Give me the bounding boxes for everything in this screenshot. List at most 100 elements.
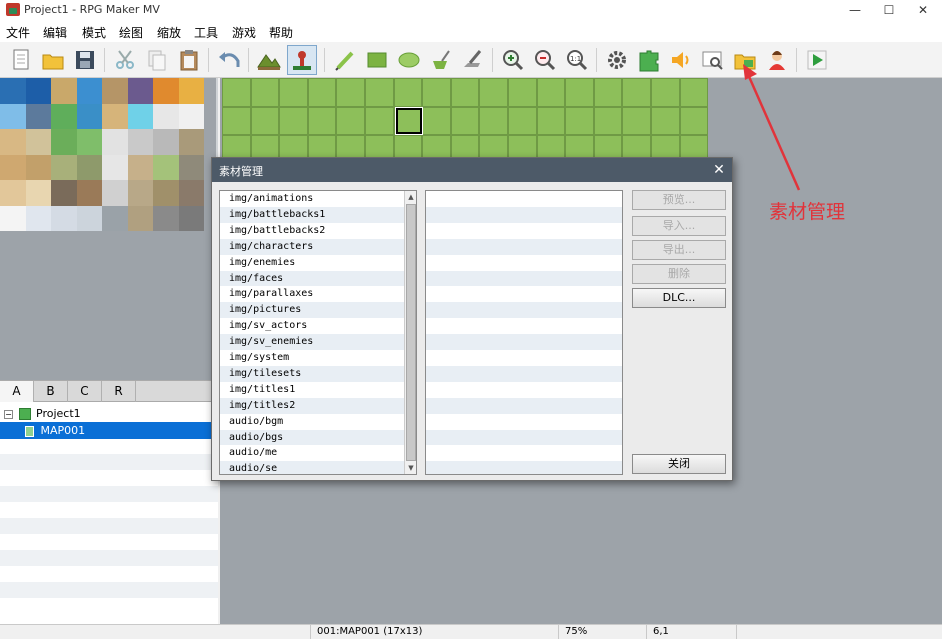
map-tile[interactable] [279,78,308,107]
database-icon[interactable] [604,47,630,73]
tile-swatch[interactable] [127,180,153,206]
folder-scrollbar[interactable]: ▲ ▼ [404,191,416,474]
tile-swatch[interactable] [25,78,51,104]
tile-swatch[interactable] [76,205,102,231]
map-tile[interactable] [679,106,709,136]
map-tile[interactable] [393,78,423,107]
map-tile[interactable] [222,106,251,136]
tile-swatch[interactable] [178,78,204,104]
folder-item[interactable]: img/titles2 [220,397,405,414]
folder-item[interactable]: img/parallaxes [220,286,405,302]
tile-swatch[interactable] [0,129,26,155]
collapse-icon[interactable]: − [4,409,13,419]
tile-swatch[interactable] [76,78,102,104]
maximize-button[interactable]: ☐ [872,0,906,20]
actual-size-icon[interactable]: 1:1 [564,47,590,73]
tile-swatch[interactable] [178,154,204,180]
tile-swatch[interactable] [127,205,153,231]
scroll-up-arrow-icon[interactable]: ▲ [405,191,416,203]
map-tile[interactable] [650,106,680,136]
fill-icon[interactable] [428,47,454,73]
map-tile[interactable] [507,106,537,136]
tile-swatch[interactable] [76,154,102,180]
folder-item[interactable]: img/battlebacks2 [220,223,405,239]
tab-b[interactable]: B [34,381,68,402]
folder-item[interactable]: img/characters [220,238,405,255]
tile-swatch[interactable] [102,129,128,155]
map-tile[interactable] [307,78,337,107]
map-tile[interactable] [307,106,337,136]
copy-icon[interactable] [144,47,170,73]
rectangle-icon[interactable] [364,47,390,73]
folder-item[interactable]: img/system [220,350,405,366]
folder-item[interactable]: img/titles1 [220,382,405,398]
folder-item[interactable]: audio/bgm [220,414,405,430]
delete-button[interactable]: 删除 [632,264,726,284]
tile-swatch[interactable] [178,129,204,155]
dlc-button[interactable]: DLC... [632,288,726,308]
tile-swatch[interactable] [0,154,26,180]
file-list[interactable] [425,190,623,475]
tile-swatch[interactable] [153,205,179,231]
map-tile[interactable] [336,106,365,136]
folder-item[interactable]: img/enemies [220,255,405,271]
tile-swatch[interactable] [153,180,179,206]
map-tile[interactable] [622,106,651,136]
tile-swatch[interactable] [127,78,153,104]
folder-list[interactable]: img/animations img/battlebacks1 img/battle… [219,190,417,475]
tree-item-project[interactable]: − Project1 [4,406,81,422]
map-tile[interactable] [593,78,623,107]
tile-swatch[interactable] [25,154,51,180]
map-tile[interactable] [336,78,365,107]
tile-swatch[interactable] [51,129,77,155]
map-tile[interactable] [364,78,394,107]
map-tile[interactable] [507,78,537,107]
menu-tools[interactable]: 工具 [194,24,218,41]
folder-item[interactable]: img/faces [220,270,405,287]
map-canvas[interactable] [222,78,709,164]
scroll-thumb[interactable] [406,204,416,461]
folder-item[interactable]: img/battlebacks1 [220,206,405,223]
tile-swatch[interactable] [153,78,179,104]
tab-a[interactable]: A [0,381,34,402]
shadow-pen-icon[interactable] [460,47,486,73]
tile-swatch[interactable] [178,103,204,129]
minimize-button[interactable]: — [838,0,872,20]
event-mode-icon[interactable] [287,45,317,75]
map-tile[interactable] [593,106,623,136]
tile-swatch[interactable] [102,205,128,231]
menu-scale[interactable]: 缩放 [157,24,181,41]
map-tile[interactable] [479,78,508,107]
sound-test-icon[interactable] [668,47,694,73]
cut-icon[interactable] [112,47,138,73]
tile-swatch[interactable] [0,78,26,104]
tile-swatch[interactable] [51,154,77,180]
save-project-icon[interactable] [72,47,98,73]
pencil-icon[interactable] [332,47,358,73]
new-project-icon[interactable] [8,47,34,73]
map-tile[interactable] [250,106,280,136]
tile-swatch[interactable] [0,103,26,129]
map-mode-icon[interactable] [256,47,282,73]
map-tile[interactable] [222,78,251,107]
open-project-icon[interactable] [40,47,66,73]
menu-mode[interactable]: 模式 [82,24,106,41]
event-searcher-icon[interactable] [700,47,726,73]
folder-item[interactable]: audio/bgs [220,429,405,446]
folder-item[interactable]: audio/me [220,445,405,461]
tile-swatch[interactable] [51,205,77,231]
close-window-button[interactable]: ✕ [906,0,940,20]
zoom-in-icon[interactable] [500,47,526,73]
tile-swatch[interactable] [127,154,153,180]
preview-button[interactable]: 预览... [632,190,726,210]
map-tile[interactable] [565,78,594,107]
folder-item[interactable]: img/sv_actors [220,318,405,334]
tile-swatch[interactable] [51,180,77,206]
map-tile[interactable] [279,106,308,136]
tab-r[interactable]: R [102,381,136,402]
tile-swatch[interactable] [76,129,102,155]
tile-swatch[interactable] [25,129,51,155]
tab-c[interactable]: C [68,381,102,402]
menu-draw[interactable]: 绘图 [119,24,143,41]
zoom-out-icon[interactable] [532,47,558,73]
